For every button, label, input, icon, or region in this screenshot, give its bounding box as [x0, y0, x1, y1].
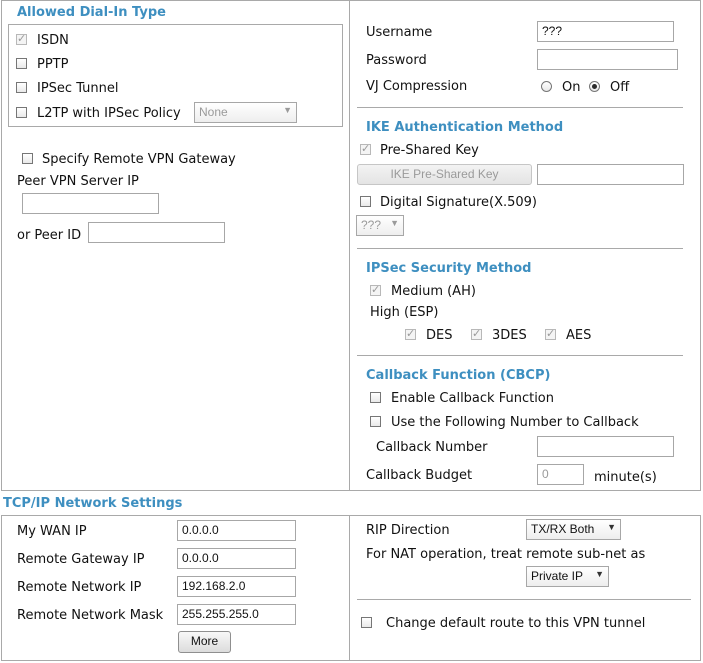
l2tp-checkbox[interactable] [16, 107, 27, 118]
callback-budget-input[interactable]: 0 [537, 464, 584, 485]
remote-network-ip-label: Remote Network IP [17, 580, 142, 595]
peer-server-label: Peer VPN Server IP [17, 174, 139, 189]
enable-callback-checkbox[interactable] [370, 392, 381, 403]
dialin-title: Allowed Dial-In Type [17, 5, 166, 20]
isdn-label: ISDN [37, 33, 69, 48]
rip-direction-label: RIP Direction [366, 523, 450, 538]
vj-off-radio[interactable] [589, 81, 600, 92]
pre-shared-key-label: Pre-Shared Key [380, 143, 479, 158]
medium-ah-label: Medium (AH) [391, 284, 476, 299]
callback-number-label: Callback Number [376, 440, 488, 455]
l2tp-policy-select[interactable]: None ▼ [194, 102, 297, 123]
remote-network-ip-input[interactable]: 192.168.2.0 [177, 576, 296, 597]
pptp-label: PPTP [37, 57, 69, 72]
divider [357, 107, 683, 108]
digital-signature-label: Digital Signature(X.509) [380, 195, 538, 210]
l2tp-label: L2TP with IPSec Policy [37, 106, 181, 121]
nat-treat-select[interactable]: Private IP ▼ [526, 566, 609, 587]
aes-label: AES [566, 328, 592, 343]
wan-ip-input[interactable]: 0.0.0.0 [177, 520, 296, 541]
pptp-checkbox[interactable] [16, 58, 27, 69]
use-callback-number-checkbox[interactable] [370, 416, 381, 427]
vj-off-label: Off [610, 80, 630, 95]
remote-gateway-ip-label: Remote Gateway IP [17, 552, 145, 567]
digital-signature-checkbox[interactable] [360, 196, 371, 207]
chevron-down-icon: ▼ [283, 105, 292, 115]
certificate-value: ??? [361, 218, 382, 232]
ipsec-tunnel-label: IPSec Tunnel [37, 81, 119, 96]
ipsec-tunnel-checkbox[interactable] [16, 82, 27, 93]
use-callback-number-label: Use the Following Number to Callback [391, 415, 639, 430]
callback-budget-label: Callback Budget [366, 468, 473, 483]
divider [357, 248, 683, 249]
des-label: DES [426, 328, 453, 343]
peer-id-input[interactable] [88, 222, 225, 243]
divider [357, 599, 691, 600]
vj-on-label: On [562, 80, 581, 95]
callback-budget-unit: minute(s) [594, 470, 657, 485]
vj-on-radio[interactable] [541, 81, 552, 92]
default-route-label: Change default route to this VPN tunnel [386, 616, 646, 631]
remote-gateway-ip-input[interactable]: 0.0.0.0 [177, 548, 296, 569]
pre-shared-key-checkbox[interactable] [360, 142, 371, 155]
ipsec-title: IPSec Security Method [366, 261, 532, 276]
tcpip-title: TCP/IP Network Settings [3, 496, 183, 511]
specify-remote-gateway-label: Specify Remote VPN Gateway [42, 152, 236, 167]
isdn-checkbox[interactable] [16, 32, 27, 45]
chevron-down-icon: ▼ [595, 569, 604, 579]
rip-direction-select[interactable]: TX/RX Both ▼ [526, 519, 621, 540]
password-label: Password [366, 53, 427, 68]
remote-network-mask-input[interactable]: 255.255.255.0 [177, 604, 296, 625]
ike-pre-shared-key-button[interactable]: IKE Pre-Shared Key [357, 164, 532, 185]
nat-treat-value: Private IP [531, 569, 584, 583]
nat-operation-label: For NAT operation, treat remote sub-net … [366, 547, 646, 562]
divider [357, 355, 683, 356]
des-checkbox[interactable] [405, 327, 416, 340]
username-label: Username [366, 25, 433, 40]
chevron-down-icon: ▼ [607, 522, 616, 532]
callback-title: Callback Function (CBCP) [366, 368, 551, 383]
peer-id-label: or Peer ID [17, 228, 82, 243]
pre-shared-key-input[interactable] [537, 164, 684, 185]
wan-ip-label: My WAN IP [17, 524, 87, 539]
remote-network-mask-label: Remote Network Mask [17, 608, 164, 623]
medium-ah-checkbox[interactable] [370, 283, 381, 296]
more-button[interactable]: More [178, 631, 231, 653]
specify-remote-gateway-checkbox[interactable] [22, 153, 33, 164]
username-input[interactable]: ??? [537, 21, 674, 42]
3des-checkbox[interactable] [471, 327, 482, 340]
peer-server-input[interactable] [22, 193, 159, 214]
vj-compression-label: VJ Compression [366, 79, 468, 94]
chevron-down-icon: ▼ [390, 218, 399, 228]
aes-checkbox[interactable] [545, 327, 556, 340]
password-input[interactable] [537, 49, 678, 70]
rip-direction-value: TX/RX Both [531, 522, 595, 536]
3des-label: 3DES [492, 328, 527, 343]
callback-number-input[interactable] [537, 436, 674, 457]
ike-title: IKE Authentication Method [366, 120, 564, 135]
l2tp-policy-value: None [199, 105, 228, 119]
certificate-select[interactable]: ??? ▼ [356, 215, 404, 236]
default-route-checkbox[interactable] [361, 617, 372, 628]
high-esp-label: High (ESP) [370, 305, 439, 320]
enable-callback-label: Enable Callback Function [391, 391, 555, 406]
